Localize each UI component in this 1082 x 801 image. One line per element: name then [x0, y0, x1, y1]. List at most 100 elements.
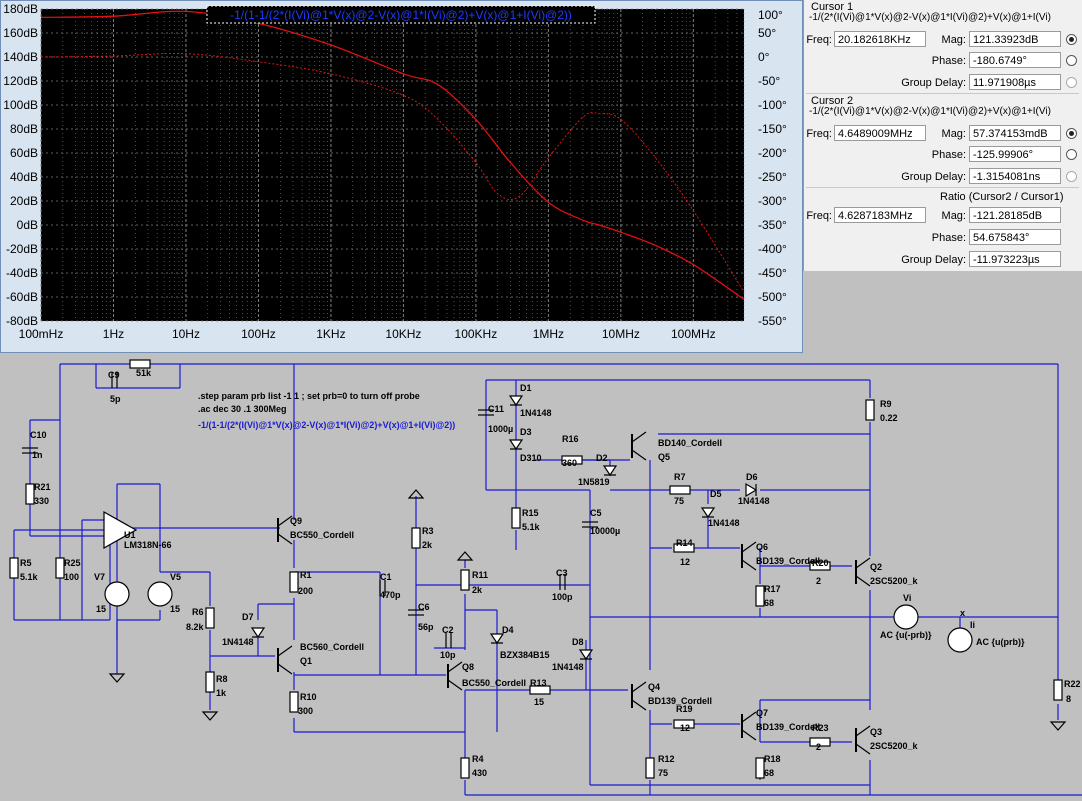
- waveform-window[interactable]: 180dB 160dB 140dB 120dB 100dB 80dB 60dB 40dB 20d…: [0, 0, 803, 353]
- diode[interactable]: [250, 627, 266, 639]
- component-label[interactable]: C11: [488, 404, 504, 414]
- component-label[interactable]: 470p: [380, 590, 401, 600]
- component-label[interactable]: R13: [530, 678, 547, 688]
- component-label[interactable]: 200: [298, 586, 313, 596]
- component-label[interactable]: R17: [764, 584, 781, 594]
- resistor[interactable]: [511, 507, 521, 529]
- component-label[interactable]: D7: [242, 612, 254, 622]
- component-label[interactable]: R14: [676, 538, 693, 548]
- component-label[interactable]: Q1: [300, 656, 312, 666]
- cursor2-mag-field[interactable]: 57.374153mdB: [969, 125, 1061, 141]
- component-label[interactable]: BD139_Cordell: [756, 722, 820, 732]
- component-label[interactable]: C10: [30, 430, 47, 440]
- component-label[interactable]: AC {u(-prb)}: [880, 630, 932, 640]
- component-label[interactable]: 2k: [472, 585, 483, 595]
- component-label[interactable]: Q2: [870, 562, 882, 572]
- resistor[interactable]: [411, 527, 421, 549]
- cursor2-gd-field[interactable]: -1.3154081ns: [969, 168, 1061, 184]
- component-label[interactable]: 12: [680, 723, 690, 733]
- ratio-phase-field[interactable]: 54.675843°: [969, 229, 1061, 245]
- component-label[interactable]: R21: [34, 482, 51, 492]
- cursor1-phase-field[interactable]: -180.6749°: [969, 52, 1061, 68]
- component-label[interactable]: BD140_Cordell: [658, 438, 722, 448]
- component-label[interactable]: C6: [418, 602, 430, 612]
- component-label[interactable]: R10: [300, 692, 317, 702]
- plot-area[interactable]: [41, 9, 744, 321]
- bode-plot[interactable]: 180dB 160dB 140dB 120dB 100dB 80dB 60dB 40dB 20d…: [1, 1, 804, 354]
- component-label[interactable]: 2: [816, 576, 821, 586]
- component-label[interactable]: Q8: [462, 662, 474, 672]
- resistor[interactable]: [55, 557, 65, 579]
- component-label[interactable]: D3: [520, 427, 532, 437]
- component-label[interactable]: D8: [572, 637, 584, 647]
- component-label[interactable]: BZX384B15: [500, 650, 550, 660]
- component-label[interactable]: 5.1k: [522, 522, 541, 532]
- component-label[interactable]: R4: [472, 754, 484, 764]
- component-label[interactable]: Q7: [756, 708, 768, 718]
- component-label[interactable]: R18: [764, 754, 781, 764]
- component-label[interactable]: 1N4148: [520, 408, 552, 418]
- resistor[interactable]: [9, 557, 19, 579]
- component-label[interactable]: U1: [124, 530, 136, 540]
- component-label[interactable]: 10000µ: [590, 526, 620, 536]
- component-label[interactable]: 1N4148: [708, 518, 740, 528]
- component-label[interactable]: R5: [20, 558, 32, 568]
- component-label[interactable]: R12: [658, 754, 675, 764]
- component-label[interactable]: 2: [816, 742, 821, 752]
- component-label[interactable]: R20: [812, 558, 829, 568]
- component-label[interactable]: C2: [442, 625, 454, 635]
- component-label[interactable]: C3: [556, 568, 568, 578]
- resistor[interactable]: [755, 757, 765, 779]
- component-label[interactable]: Q5: [658, 452, 670, 462]
- component-label[interactable]: Q3: [870, 727, 882, 737]
- component-label[interactable]: C1: [380, 572, 392, 582]
- component-label[interactable]: 100p: [552, 592, 573, 602]
- resistor[interactable]: [289, 571, 299, 593]
- resistor[interactable]: [669, 485, 691, 495]
- diode[interactable]: [745, 482, 758, 498]
- diode[interactable]: [508, 395, 524, 407]
- component-label[interactable]: BD139_Cordell: [756, 556, 820, 566]
- component-label[interactable]: 8.2k: [186, 622, 205, 632]
- component-label[interactable]: D5: [710, 489, 722, 499]
- component-label[interactable]: Q4: [648, 682, 660, 692]
- component-label[interactable]: 56p: [418, 622, 434, 632]
- component-label[interactable]: x: [960, 608, 965, 618]
- component-label[interactable]: 100: [64, 572, 79, 582]
- component-label[interactable]: 10p: [440, 650, 456, 660]
- component-label[interactable]: 2SC5200_k: [870, 576, 919, 586]
- component-label[interactable]: R9: [880, 399, 892, 409]
- component-label[interactable]: 51k: [136, 368, 152, 378]
- cursor2-phase-field[interactable]: -125.99906°: [969, 146, 1061, 162]
- resistor[interactable]: [129, 359, 151, 369]
- component-label[interactable]: BC560_Cordell: [300, 642, 364, 652]
- component-label[interactable]: R8: [216, 674, 228, 684]
- cursor1-mag-field[interactable]: 121.33923dB: [969, 31, 1061, 47]
- component-label[interactable]: Q6: [756, 542, 768, 552]
- component-label[interactable]: Vi: [903, 593, 911, 603]
- component-label[interactable]: 68: [764, 768, 774, 778]
- component-label[interactable]: 75: [658, 768, 668, 778]
- component-label[interactable]: 15: [96, 604, 106, 614]
- component-label[interactable]: D1: [520, 383, 532, 393]
- trace-expression-label[interactable]: -1/(1-1/(2*(I(Vi)@1*V(x)@2-V(x)@1*I(Vi)@…: [230, 8, 572, 22]
- component-label[interactable]: 1N4148: [552, 662, 584, 672]
- cursor2-gd-radio[interactable]: [1066, 171, 1077, 182]
- component-label[interactable]: R7: [674, 472, 686, 482]
- component-label[interactable]: BC550_Cordell: [290, 530, 354, 540]
- resistor[interactable]: [205, 607, 215, 629]
- component-label[interactable]: 68: [764, 598, 774, 608]
- resistor[interactable]: [460, 757, 470, 779]
- component-label[interactable]: R22: [1064, 679, 1081, 689]
- cursor1-gd-radio[interactable]: [1066, 77, 1077, 88]
- directive-ac[interactable]: .ac dec 30 .1 300Meg: [198, 404, 287, 414]
- component-label[interactable]: BC550_Cordell: [462, 678, 526, 688]
- component-label[interactable]: 1N5819: [578, 477, 610, 487]
- component-label[interactable]: 1N4148: [738, 496, 770, 506]
- component-label[interactable]: AC {u(prb)}: [976, 637, 1025, 647]
- resistor[interactable]: [645, 757, 655, 779]
- voltage-source[interactable]: [893, 604, 919, 630]
- component-label[interactable]: D310: [520, 453, 542, 463]
- component-label[interactable]: 2k: [422, 540, 433, 550]
- component-label[interactable]: R11: [472, 570, 488, 580]
